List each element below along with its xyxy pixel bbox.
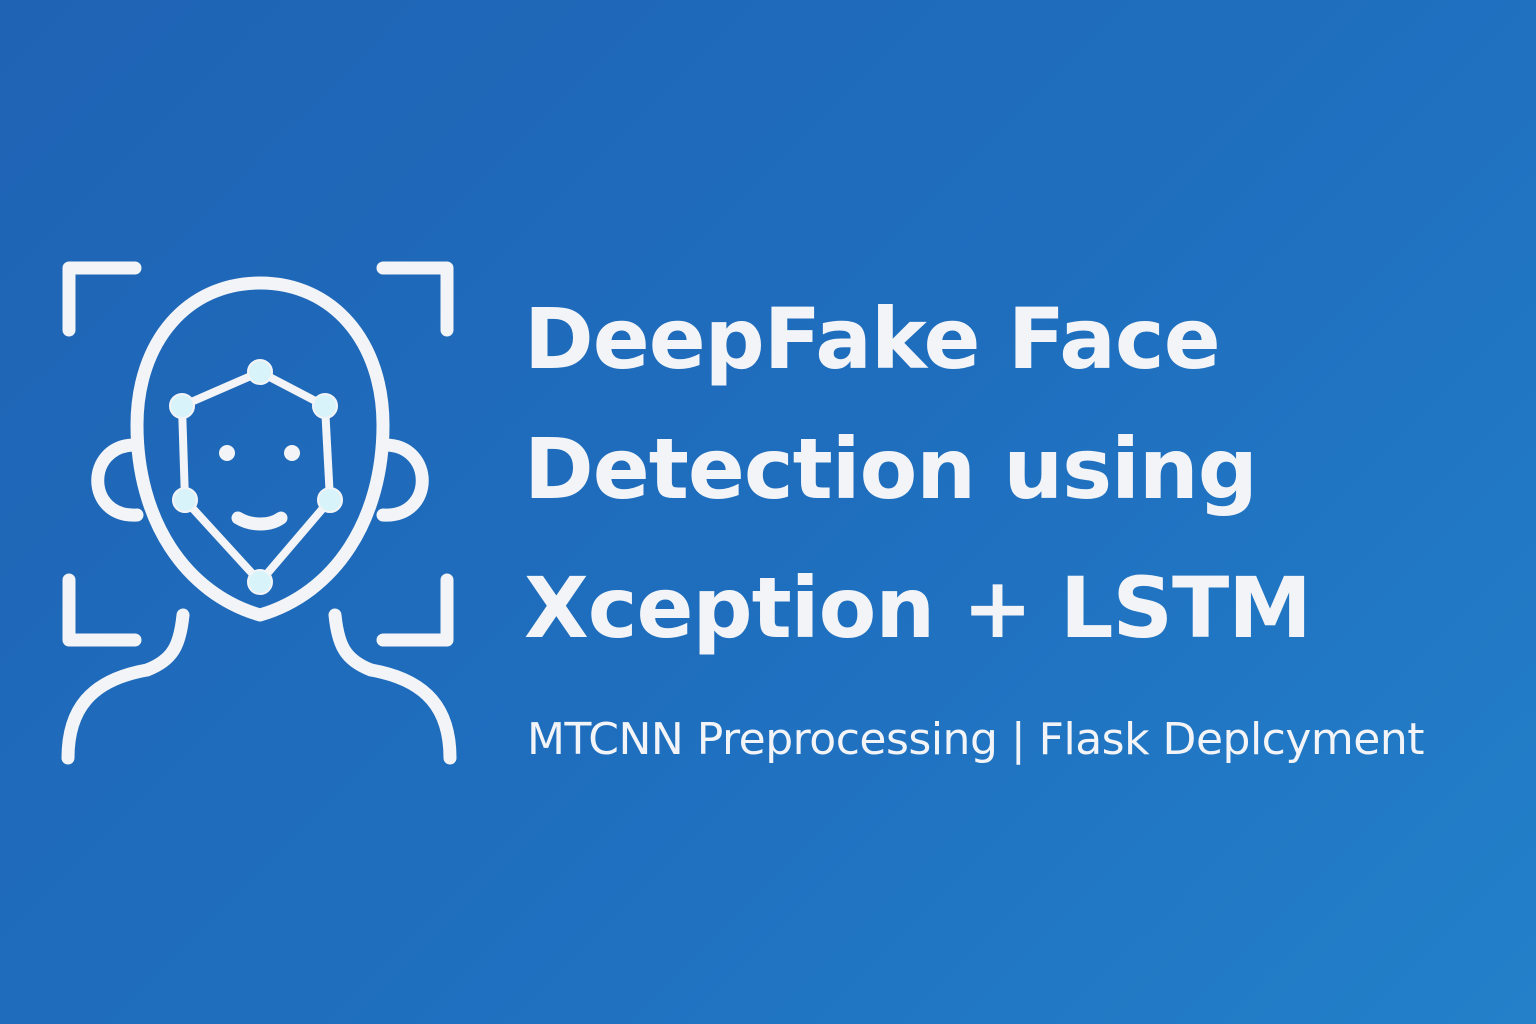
face-detection-icon	[61, 261, 457, 765]
landmark-point	[169, 393, 195, 419]
landmark-point	[312, 393, 338, 419]
landmark-mesh	[178, 368, 334, 586]
head-outline	[130, 276, 390, 622]
title-line-2: Detection using	[524, 420, 1258, 518]
subtitle: MTCNN Preprocessing | Flask Deplcyment	[527, 714, 1424, 765]
landmark-point	[247, 359, 273, 385]
bracket-top-right	[376, 261, 454, 337]
left-eye	[219, 445, 235, 461]
bracket-top-left	[62, 261, 142, 337]
bracket-bottom-right	[376, 573, 454, 647]
title-line-1: DeepFake Face	[524, 290, 1221, 388]
right-eye	[284, 445, 300, 461]
landmark-point	[247, 569, 273, 595]
smile	[231, 511, 288, 531]
title-block: DeepFake Face Detection using Xception +…	[524, 278, 1504, 678]
right-ear	[376, 438, 429, 522]
landmark-point	[317, 487, 343, 513]
left-ear	[91, 438, 144, 522]
landmark-point	[172, 487, 198, 513]
bracket-bottom-left	[62, 573, 142, 647]
title-line-3: Xception + LSTM	[524, 559, 1312, 657]
banner: DeepFake Face Detection using Xception +…	[0, 0, 1536, 1024]
